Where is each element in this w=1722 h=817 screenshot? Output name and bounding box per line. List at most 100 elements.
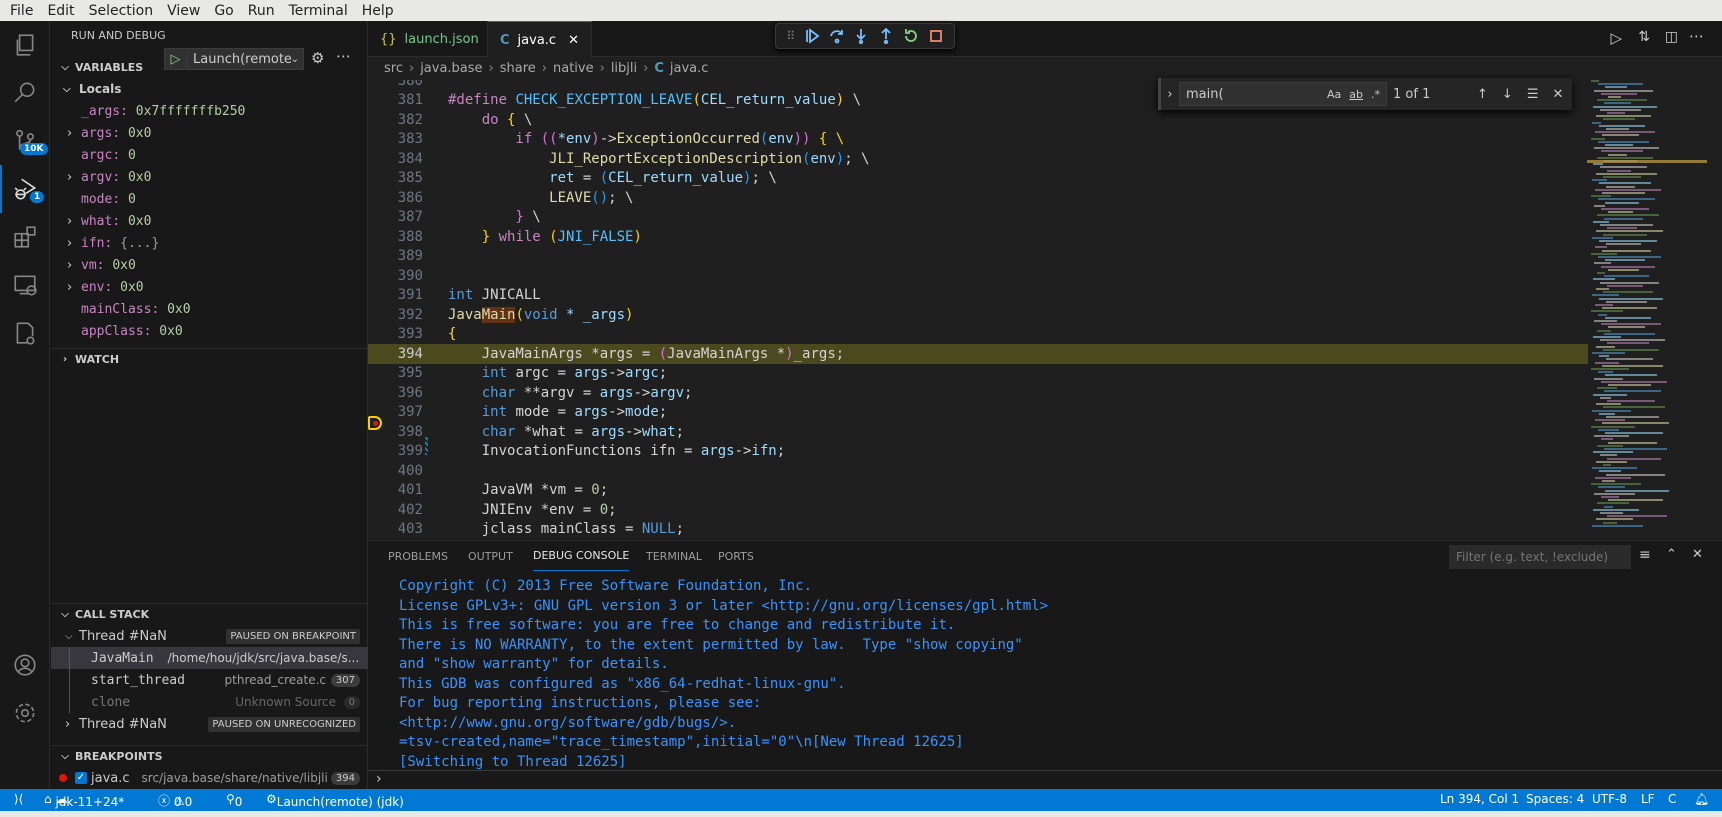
variable-item[interactable]: › vm: 0x0	[51, 254, 368, 276]
tab-launch-json[interactable]: {}launch.jsonU	[368, 21, 500, 57]
menu-view[interactable]: View	[167, 3, 200, 19]
run-file-icon[interactable]: ▷	[1610, 29, 1622, 47]
step-out-icon[interactable]	[878, 28, 894, 44]
find-input[interactable]: main( Aa ab .*	[1179, 82, 1387, 106]
match-case-toggle[interactable]: Aa	[1327, 88, 1341, 101]
find-in-selection-icon[interactable]: ☰	[1527, 87, 1539, 102]
breakpoints-header[interactable]: ⌵ BREAKPOINTS	[51, 745, 368, 767]
menu-terminal[interactable]: Terminal	[289, 3, 348, 19]
drag-handle-icon[interactable]: ⠿	[786, 29, 795, 43]
breadcrumb-java-base[interactable]: java.base	[420, 61, 482, 76]
tab-terminal[interactable]: TERMINAL	[646, 541, 702, 571]
step-into-icon[interactable]	[853, 28, 869, 44]
minimap[interactable]	[1587, 80, 1707, 539]
cpp-test-icon[interactable]	[0, 309, 50, 357]
variable-item[interactable]: › what: 0x0	[51, 210, 368, 232]
variable-item[interactable]: › argv: 0x0	[51, 166, 368, 188]
source-control-icon[interactable]: 10K	[0, 117, 50, 165]
thread-item[interactable]: ⌵ Thread #NaN PAUSED ON BREAKPOINT	[51, 625, 368, 647]
close-icon[interactable]: ✕	[1552, 87, 1563, 102]
explorer-icon[interactable]	[0, 21, 50, 69]
code-token: argc =	[507, 365, 575, 382]
regex-toggle[interactable]: .*	[1371, 88, 1380, 101]
variable-item[interactable]: mainClass: 0x0	[51, 298, 368, 320]
debug-launch-status[interactable]: ⚙ Launch(remote) (jdk)	[266, 792, 404, 809]
breakpoint-checkbox[interactable]: ✓	[75, 772, 87, 784]
breakpoint-item[interactable]: ✓ java.c src/java.base/share/native/libj…	[51, 767, 368, 789]
tab-debug-console[interactable]: DEBUG CONSOLE	[533, 541, 630, 571]
thread-item[interactable]: › Thread #NaN PAUSED ON UNRECOGNIZED	[51, 713, 368, 735]
menu-edit[interactable]: Edit	[47, 3, 74, 19]
more-actions-icon[interactable]: ⋯	[1689, 27, 1704, 45]
code-editor[interactable]: 380 381 #define CHECK_EXCEPTION_LEAVE(CEL_…	[368, 80, 1722, 539]
account-icon[interactable]	[0, 641, 50, 689]
menu-go[interactable]: Go	[214, 3, 233, 19]
tab-problems[interactable]: PROBLEMS	[388, 541, 448, 571]
maximize-panel-icon[interactable]: ⌃	[1666, 547, 1677, 562]
variable-item[interactable]: appClass: 0x0	[51, 320, 368, 342]
match-whole-word-toggle[interactable]: ab	[1349, 88, 1363, 101]
code-token: env	[810, 150, 836, 167]
branch-status[interactable]: ⌂ jdk-11+24* ☁	[44, 792, 124, 809]
call-stack-header[interactable]: ⌵ CALL STACK	[51, 603, 368, 625]
close-icon[interactable]: ✕	[568, 33, 579, 48]
menu-selection[interactable]: Selection	[89, 3, 154, 19]
ports-status[interactable]: ⚲ 0	[226, 792, 242, 809]
stop-icon[interactable]	[928, 28, 944, 44]
variable-item[interactable]: › ifn: {...}	[51, 232, 368, 254]
language-mode[interactable]: C	[1668, 792, 1676, 806]
stack-frame-clone[interactable]: clone Unknown Source 0	[51, 691, 368, 713]
step-over-icon[interactable]	[829, 28, 845, 44]
code-token: ))	[793, 131, 811, 148]
toggle-replace-icon[interactable]: ›	[1161, 87, 1179, 102]
compare-changes-icon[interactable]: ⇅	[1638, 29, 1650, 45]
minimap-line	[1595, 361, 1619, 364]
console-filter-input[interactable]	[1449, 545, 1631, 569]
split-editor-icon[interactable]: ◫	[1665, 29, 1678, 45]
menu-help[interactable]: Help	[362, 3, 394, 19]
minimap-line	[1603, 291, 1653, 294]
problems-status[interactable]: ⓧ 0 ⚠ 0	[158, 792, 192, 809]
extensions-icon[interactable]	[0, 213, 50, 261]
indentation[interactable]: Spaces: 4	[1526, 792, 1584, 806]
breadcrumb-src[interactable]: src	[384, 61, 403, 76]
remote-indicator-icon[interactable]: ⟩⟨	[14, 792, 23, 806]
locals-scope[interactable]: ⌵ Locals	[51, 78, 368, 100]
menu-file[interactable]: File	[10, 3, 33, 19]
variable-item[interactable]: › env: 0x0	[51, 276, 368, 298]
variable-item[interactable]: _args: 0x7fffffffb250	[51, 100, 368, 122]
breadcrumb-file[interactable]: java.c	[670, 61, 709, 76]
restart-icon[interactable]	[903, 28, 919, 44]
stack-frame-start-thread[interactable]: start_thread pthread_create.c 307	[51, 669, 368, 691]
breadcrumb-libjli[interactable]: libjli	[611, 61, 637, 76]
breadcrumb-native[interactable]: native	[553, 61, 594, 76]
run-debug-icon[interactable]: 1	[0, 165, 50, 213]
variable-item[interactable]: argc: 0	[51, 144, 368, 166]
stack-frame-javamain[interactable]: JavaMain/home/hou/jdk/src/java.base/s...	[51, 647, 368, 669]
line-ending[interactable]: LF	[1641, 792, 1655, 806]
breadcrumb-share[interactable]: share	[500, 61, 536, 76]
variable-item[interactable]: mode: 0	[51, 188, 368, 210]
variables-header[interactable]: ⌵ VARIABLES	[51, 56, 368, 78]
breakpoint-current-icon[interactable]	[368, 416, 382, 430]
tab-output[interactable]: OUTPUT	[468, 541, 513, 571]
search-icon[interactable]	[0, 69, 50, 117]
menu-run[interactable]: Run	[248, 3, 275, 19]
tab-ports[interactable]: PORTS	[718, 541, 754, 571]
cursor-position[interactable]: Ln 394, Col 1	[1440, 792, 1519, 806]
previous-match-icon[interactable]: ↑	[1477, 87, 1488, 102]
variable-item[interactable]: › args: 0x0	[51, 122, 368, 144]
tab-java-c[interactable]: Cjava.c ✕	[488, 21, 592, 58]
remote-explorer-icon[interactable]	[0, 261, 50, 309]
notifications-bell-icon[interactable]: 🔔︎	[1694, 792, 1709, 806]
close-panel-icon[interactable]: ✕	[1692, 547, 1703, 562]
next-match-icon[interactable]: ↓	[1502, 87, 1513, 102]
encoding[interactable]: UTF-8	[1592, 792, 1627, 806]
clear-console-icon[interactable]: ≡	[1639, 547, 1651, 563]
watch-header[interactable]: › WATCH	[51, 348, 368, 370]
continue-icon[interactable]	[804, 28, 820, 44]
minimap-line	[1607, 515, 1667, 518]
settings-gear-icon[interactable]	[0, 689, 50, 737]
console-input[interactable]: ›	[376, 771, 1716, 790]
minimap-line	[1607, 169, 1631, 172]
